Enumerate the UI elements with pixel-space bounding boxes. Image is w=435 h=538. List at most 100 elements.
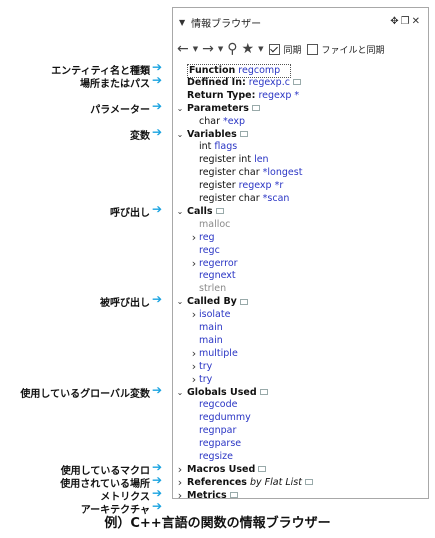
bookmark-dropdown-icon[interactable]: ▼ [258, 45, 263, 53]
tree-child-item[interactable]: › reg [173, 231, 428, 244]
tree-child-item[interactable]: register regexp *r [173, 180, 428, 192]
chevron-down-icon[interactable]: ⌄ [175, 103, 185, 115]
options-menu-icon[interactable] [229, 492, 238, 498]
options-menu-icon[interactable] [239, 131, 248, 137]
options-menu-icon[interactable] [258, 466, 267, 473]
tree-item-label: References [187, 476, 247, 488]
tree-section[interactable]: Defined In: regexp.c [173, 77, 428, 89]
tree-section[interactable]: ⌄ Called By [173, 296, 428, 308]
chevron-down-icon[interactable]: ⌄ [175, 206, 185, 218]
chevron-down-icon[interactable]: ▼ [179, 18, 185, 27]
tree-item-value[interactable]: regexp * [255, 90, 299, 101]
tree-item-label: Parameters [187, 102, 249, 114]
tree-child-item[interactable]: main [173, 322, 428, 334]
arrow-right-icon: ➔ [152, 485, 163, 500]
tree-section[interactable]: › Metrics [173, 489, 428, 498]
chevron-right-icon[interactable]: › [189, 373, 199, 386]
callout-label: 呼び出し ➔ [110, 202, 162, 219]
options-menu-icon[interactable] [251, 105, 260, 112]
forward-arrow-icon[interactable]: → [202, 42, 214, 56]
tree-child-item[interactable]: › regerror [173, 257, 428, 270]
chevron-down-icon[interactable]: ⌄ [175, 296, 185, 308]
tree-item-label: Macros Used [187, 463, 256, 475]
tree-child-item[interactable]: › multiple [173, 347, 428, 360]
arrow-right-icon: ➔ [152, 98, 163, 113]
chevron-right-icon[interactable]: › [189, 360, 199, 373]
callout-text: 使用しているグローバル変数 [20, 388, 150, 400]
tree-item-text: register regexp *r [199, 180, 283, 192]
options-menu-icon[interactable] [292, 79, 301, 86]
tree-child-item[interactable]: register char *scan [173, 193, 428, 205]
window-title: 情報ブラウザー [191, 18, 262, 30]
tree-child-item[interactable]: malloc [173, 219, 428, 231]
chevron-right-icon[interactable]: › [189, 257, 199, 270]
tree-child-item[interactable]: › try [173, 360, 428, 373]
chevron-right-icon[interactable]: › [175, 476, 185, 489]
forward-dropdown-icon[interactable]: ▼ [218, 45, 223, 53]
tree-child-item[interactable]: › try [173, 373, 428, 386]
tree-section[interactable]: › Macros Used [173, 463, 428, 476]
back-arrow-icon[interactable]: ← [177, 42, 189, 56]
tree-section[interactable]: Function regcomp [173, 64, 428, 78]
tree-item-value[interactable]: regcomp [235, 65, 280, 76]
arrow-right-icon: ➔ [152, 201, 163, 216]
tree-section[interactable]: ⌄ Variables [173, 129, 428, 141]
options-menu-icon[interactable] [239, 298, 248, 305]
chevron-right-icon[interactable]: › [175, 463, 185, 476]
tree-section[interactable]: ⌄ Parameters [173, 103, 428, 115]
arrow-right-icon: ➔ [152, 472, 163, 487]
tree-child-item[interactable]: regcode [173, 399, 428, 411]
text-part: register char [199, 193, 263, 204]
tree-child-item[interactable]: regsize [173, 451, 428, 463]
tree-item-label: Variables [187, 128, 237, 140]
tree-child-item[interactable]: › isolate [173, 309, 428, 321]
tree-section[interactable]: ⌄ Globals Used [173, 387, 428, 399]
chevron-down-icon[interactable]: ⌄ [175, 387, 185, 399]
tree-child-item[interactable]: char *exp [173, 116, 428, 128]
file-sync-label: ファイルと同期 [321, 45, 385, 56]
tree-child-item[interactable]: strlen [173, 283, 428, 295]
tree-child-item[interactable]: regparse [173, 438, 428, 450]
tree-child-item[interactable]: regdummy [173, 412, 428, 424]
callout-text: 変数 [130, 130, 150, 142]
sync-checkbox[interactable] [269, 43, 281, 55]
chevron-right-icon[interactable]: › [175, 489, 185, 498]
tree-child-item[interactable]: main [173, 335, 428, 347]
chevron-right-icon[interactable]: › [189, 347, 199, 360]
text-part: len [254, 154, 269, 166]
sync-label: 同期 [283, 45, 302, 56]
search-icon[interactable]: ⚲ [227, 42, 237, 56]
callout-text: 被呼び出し [100, 298, 150, 310]
back-dropdown-icon[interactable]: ▼ [193, 45, 198, 53]
tree-section[interactable]: Return Type: regexp * [173, 90, 428, 102]
options-menu-icon[interactable] [215, 208, 224, 215]
tree-child-item[interactable]: int flags [173, 141, 428, 153]
tree-section[interactable]: › References by Flat List [173, 476, 428, 489]
tree-child-item[interactable]: regnpar [173, 425, 428, 437]
chevron-right-icon[interactable]: › [189, 231, 199, 244]
chevron-right-icon[interactable]: › [189, 309, 199, 321]
text-part: register [199, 180, 239, 192]
bookmark-star-icon[interactable]: ★ [242, 42, 255, 56]
callout-label: 被呼び出し ➔ [100, 292, 162, 310]
text-part: int [199, 141, 215, 153]
text-part: regexp [238, 180, 272, 192]
tree-child-item[interactable]: regnext [173, 270, 428, 282]
tree-section[interactable]: ⌄ Calls [173, 206, 428, 218]
tree-child-item[interactable]: register int len [173, 154, 428, 166]
file-sync-checkbox[interactable] [307, 43, 319, 55]
options-menu-icon[interactable] [304, 479, 313, 486]
tree-child-item[interactable]: regc [173, 245, 428, 257]
tree-item-value[interactable]: regexp.c [246, 77, 290, 88]
restore-icon[interactable]: ❐ [401, 16, 412, 27]
tree-item-label: try [199, 360, 213, 372]
window-controls: ✥❐✕ [390, 16, 422, 27]
tree-item-text: register int len [199, 154, 269, 166]
tree-child-item[interactable]: register char *longest [173, 167, 428, 179]
pin-icon[interactable]: ✥ [390, 16, 400, 27]
options-menu-icon[interactable] [259, 389, 268, 395]
chevron-down-icon[interactable]: ⌄ [175, 129, 185, 141]
close-icon[interactable]: ✕ [412, 16, 422, 27]
text-part: *exp [223, 115, 246, 127]
text-part: register int [199, 154, 255, 166]
